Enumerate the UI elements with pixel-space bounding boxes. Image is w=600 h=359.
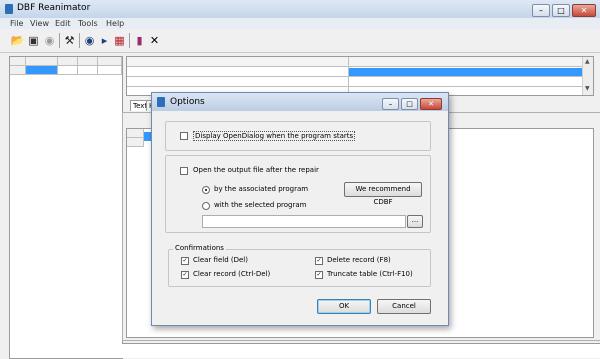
dialog-title: Options [170,97,205,107]
menu-bar: File View Edit Tools Help [0,18,600,29]
grid-cell[interactable] [98,66,122,75]
with-selected-radio[interactable] [202,202,210,210]
grid-header-cell [10,57,26,66]
grid-row[interactable] [127,57,582,67]
ok-button[interactable]: OK [317,299,371,314]
maximize-button[interactable]: □ [552,4,570,17]
open-output-label: Open the output file after the repair [193,166,319,174]
toolbar-separator [79,33,80,48]
grid-header-cell [127,138,144,147]
open-output-checkbox[interactable] [180,167,188,175]
menu-file[interactable]: File [10,18,23,29]
grid-cell[interactable] [78,66,98,75]
grid-cell[interactable] [58,66,78,75]
scroll-down-icon[interactable]: ▼ [585,85,590,92]
find-next-icon[interactable]: ▸ [97,33,112,48]
close-button[interactable]: ✕ [572,4,596,17]
bottom-panel [122,343,600,358]
grid-header-cell [127,129,144,138]
book-icon[interactable]: ▮ [132,33,147,48]
recommend-cdbf-button[interactable]: We recommend CDBF [344,182,422,206]
tools-icon[interactable]: ⚒ [62,33,77,48]
menu-view[interactable]: View [30,18,49,29]
disk-icon[interactable]: ◉ [42,33,57,48]
dialog-close-button[interactable]: ✕ [420,98,442,110]
repair-icon[interactable]: ▦ [112,33,127,48]
scroll-up-icon[interactable]: ▲ [585,58,590,65]
menu-edit[interactable]: Edit [55,18,71,29]
clear-field-checkbox[interactable]: ✓ [181,257,189,265]
clear-field-label: Clear field (Del) [193,256,248,264]
program-path-input[interactable] [202,215,406,228]
grid-row-header [10,66,26,75]
app-icon [5,4,13,14]
dialog-minimize-button[interactable]: – [382,98,399,110]
vertical-scrollbar[interactable]: ▲ ▼ [582,57,593,95]
save-icon[interactable]: ▣ [26,33,41,48]
browse-button[interactable]: ... [407,215,423,228]
title-bar: DBF Reanimator – □ ✕ [0,0,600,19]
grid-row[interactable] [127,77,582,87]
dialog-app-icon [157,97,165,107]
menu-tools[interactable]: Tools [78,18,98,29]
options-dialog: Options – □ ✕ Display OpenDialog when th… [151,92,449,326]
grid-header-cell [98,57,122,66]
delete-icon[interactable]: ✕ [147,33,162,48]
toolbar: 📂 ▣ ◉ ⚒ ◉ ▸ ▦ ▮ ✕ [0,30,600,53]
binoculars-icon[interactable]: ◉ [82,33,97,48]
truncate-table-checkbox[interactable]: ✓ [315,271,323,279]
records-grid[interactable]: ▲ ▼ [126,56,594,96]
with-selected-label: with the selected program [214,201,307,209]
delete-record-checkbox[interactable]: ✓ [315,257,323,265]
app-title: DBF Reanimator [17,3,91,13]
by-associated-label: by the associated program [214,185,309,193]
column-divider [348,57,349,95]
confirmations-group [168,249,431,287]
grid-header-cell [78,57,98,66]
selected-cell[interactable] [26,66,58,75]
dialog-title-bar: Options – □ ✕ [152,93,448,111]
menu-help[interactable]: Help [106,18,124,29]
display-open-dialog-label: Display OpenDialog when the program star… [193,131,356,141]
minimize-button[interactable]: – [532,4,550,17]
cancel-button[interactable]: Cancel [377,299,431,314]
grid-header-cell [58,57,78,66]
by-associated-radio[interactable] [202,186,210,194]
open-icon[interactable]: 📂 [10,33,25,48]
confirmations-title: Confirmations [173,244,226,252]
toolbar-separator [129,33,130,48]
clear-record-label: Clear record (Ctrl-Del) [193,270,271,278]
grid-header-cell [26,57,58,66]
field-list-pane[interactable] [9,56,123,359]
clear-record-checkbox[interactable]: ✓ [181,271,189,279]
delete-record-label: Delete record (F8) [327,256,391,264]
truncate-table-label: Truncate table (Ctrl-F10) [327,270,413,278]
display-open-dialog-checkbox[interactable] [180,132,188,140]
toolbar-separator [59,33,60,48]
selected-cell[interactable] [349,68,582,76]
dialog-maximize-button[interactable]: □ [401,98,418,110]
